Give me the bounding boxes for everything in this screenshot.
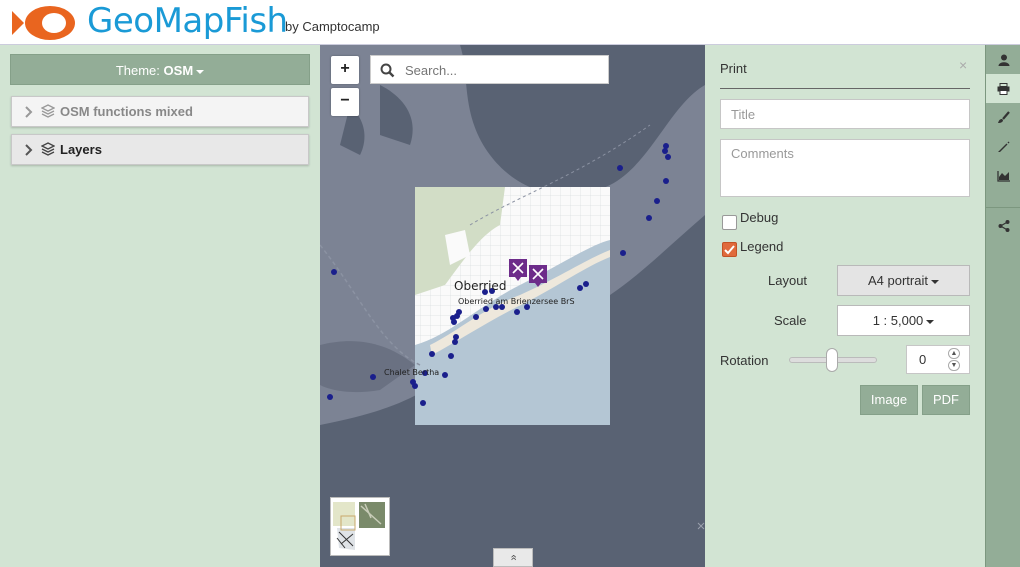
legend-label: Legend (740, 239, 784, 254)
overview-map-thumbnail (331, 498, 389, 555)
spin-down-icon[interactable]: ▼ (948, 360, 960, 371)
layers-icon (41, 104, 55, 118)
layout-label: Layout (768, 273, 808, 288)
right-toolbar (985, 45, 1020, 567)
brush-icon (998, 111, 1010, 123)
theme-name: OSM (163, 63, 194, 78)
debug-checkbox[interactable] (722, 215, 737, 230)
layer-tree-panel: Theme: OSM OSM functions mixed Layers (0, 45, 320, 567)
brand-byline: by Camptocamp (285, 19, 380, 34)
map-label-oberried: Oberried (454, 279, 507, 293)
rotation-slider-handle[interactable] (826, 348, 838, 372)
geomapfish-logo-icon (12, 6, 75, 40)
spin-up-icon[interactable]: ▲ (948, 348, 960, 359)
debug-label: Debug (740, 210, 779, 225)
zoom-in-button[interactable]: + (331, 56, 359, 84)
map-viewport[interactable]: Oberried Oberried am Brienzersee BrS Cha… (320, 45, 705, 567)
rotation-label: Rotation (720, 353, 769, 368)
share-icon (998, 219, 1009, 232)
brand-name: GeoMapFish (87, 1, 288, 41)
toolbar-login-button[interactable] (986, 45, 1020, 74)
layer-group-label: Layers (60, 142, 102, 157)
double-chevron-up-icon: « (507, 554, 520, 561)
checkmark-icon (724, 245, 735, 255)
map-tiles[interactable] (320, 45, 705, 567)
area-chart-icon (996, 170, 1010, 182)
layout-value: A4 portrait (868, 273, 928, 288)
scale-value: 1 : 5,000 (872, 313, 924, 328)
print-pdf-button[interactable]: PDF (922, 385, 970, 415)
caret-down-icon (196, 69, 205, 74)
toolbar-print-button[interactable] (986, 74, 1020, 103)
pencil-icon (998, 141, 1010, 152)
search-icon (380, 63, 395, 78)
legend-checkbox[interactable] (722, 242, 737, 257)
print-icon (997, 82, 1010, 95)
caret-down-icon (930, 279, 939, 284)
toolbar-share-button[interactable] (986, 211, 1020, 240)
chevron-right-icon[interactable] (25, 106, 33, 118)
print-comments-input[interactable] (720, 139, 970, 197)
scale-label: Scale (774, 313, 807, 328)
close-button[interactable]: × (959, 57, 967, 73)
print-panel-title: Print (720, 61, 747, 76)
rotation-value: 0 (919, 352, 927, 367)
print-title-input[interactable] (720, 99, 970, 129)
theme-prefix: Theme: (115, 63, 160, 78)
user-icon (998, 54, 1009, 66)
theme-selector-button[interactable]: Theme: OSM (10, 54, 310, 85)
overview-map[interactable] (330, 497, 390, 556)
zoom-out-button[interactable]: − (331, 88, 359, 116)
search-input[interactable] (405, 61, 600, 79)
app-header: GeoMapFish by Camptocamp (0, 0, 1020, 45)
chevron-right-icon[interactable] (25, 144, 33, 156)
divider (720, 88, 970, 89)
layer-group-label: OSM functions mixed (60, 104, 193, 119)
layer-group-layers[interactable]: Layers (11, 134, 309, 165)
toolbar-draw-button[interactable] (986, 103, 1020, 132)
layout-select[interactable]: A4 portrait (837, 265, 970, 296)
toggle-bottom-panel-button[interactable]: « (493, 548, 533, 567)
rotation-number-input[interactable]: 0 ▲ ▼ (906, 345, 970, 374)
toolbar-edit-button[interactable] (986, 132, 1020, 161)
caret-down-icon (926, 319, 935, 324)
scale-select[interactable]: 1 : 5,000 (837, 305, 970, 336)
map-label-chalet-bertha: Chalet Bertha (384, 368, 440, 377)
layer-group-osm-functions[interactable]: OSM functions mixed (11, 96, 309, 127)
layers-icon (41, 142, 55, 156)
print-panel: Print × Debug Legend Layout A4 portrait … (705, 45, 985, 567)
map-label-oberried-station: Oberried am Brienzersee BrS (458, 297, 575, 306)
search-box[interactable] (370, 55, 609, 84)
print-image-button[interactable]: Image (860, 385, 918, 415)
toolbar-profile-button[interactable] (986, 161, 1020, 190)
toolbar-divider (986, 207, 1020, 208)
